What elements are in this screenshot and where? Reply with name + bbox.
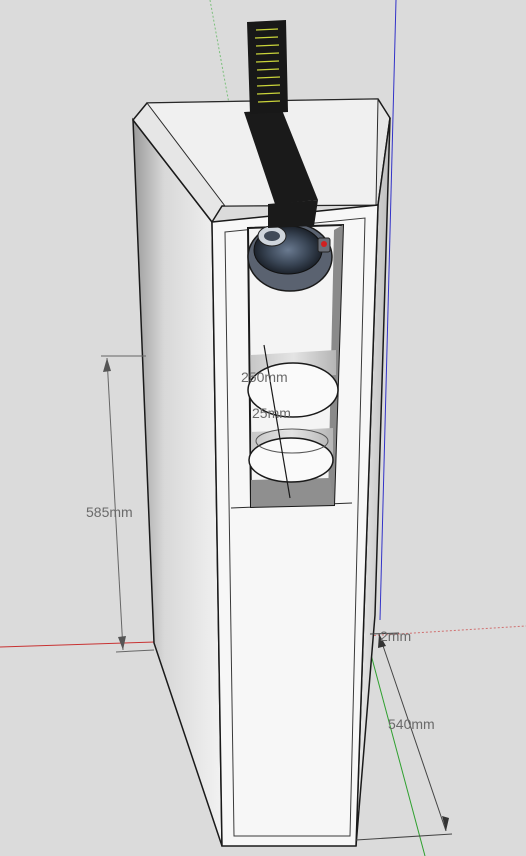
port-inner-label: 25mm [252,405,291,421]
driver-dustcap-inner [264,231,280,241]
modeling-viewport[interactable]: 585mm 540mm 2mm 250mm 25mm [0,0,526,856]
terminal-red [321,241,327,247]
port-diameter-label: 250mm [241,369,288,385]
depth-dimension-label: 540mm [388,716,435,732]
model-canvas[interactable]: 585mm 540mm 2mm 250mm 25mm [0,0,526,856]
front-strap [268,200,318,228]
port-tube-lower-rim [248,437,334,483]
height-dimension-label: 585mm [86,504,133,520]
upright-strap [247,20,288,114]
cabinet-left-side[interactable] [132,117,223,847]
green-axis [365,635,426,856]
small-dimension-label: 2mm [380,628,411,644]
red-axis [0,641,156,648]
